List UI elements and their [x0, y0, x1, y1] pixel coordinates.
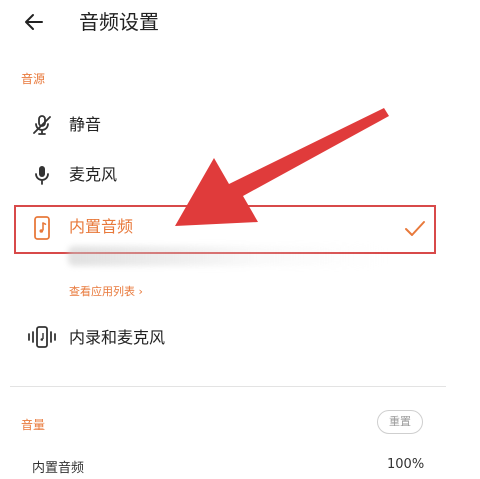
blurred-description	[68, 246, 388, 266]
phone-vibrate-icon	[28, 326, 56, 348]
source-option-mute[interactable]: 静音	[0, 106, 440, 146]
source-option-label: 内录和麦克风	[69, 328, 166, 347]
reset-button[interactable]: 重置	[377, 410, 423, 434]
source-option-label: 麦克风	[69, 165, 118, 184]
source-section-label: 音源	[21, 72, 46, 86]
internal-audio-volume-label: 内置音频	[32, 461, 85, 476]
page-title: 音频设置	[79, 10, 159, 34]
section-divider	[10, 386, 446, 387]
source-option-label: 静音	[69, 115, 102, 134]
microphone-icon	[35, 166, 49, 185]
view-app-list-link[interactable]: 查看应用列表 ›	[69, 283, 143, 299]
volume-section-label: 音量	[21, 418, 46, 432]
back-arrow-icon[interactable]	[22, 10, 46, 34]
mic-off-icon	[33, 115, 51, 135]
source-option-microphone[interactable]: 麦克风	[0, 156, 440, 196]
source-option-internal-and-mic[interactable]: 内录和麦克风	[0, 318, 440, 358]
internal-audio-volume-value: 100%	[387, 457, 425, 472]
